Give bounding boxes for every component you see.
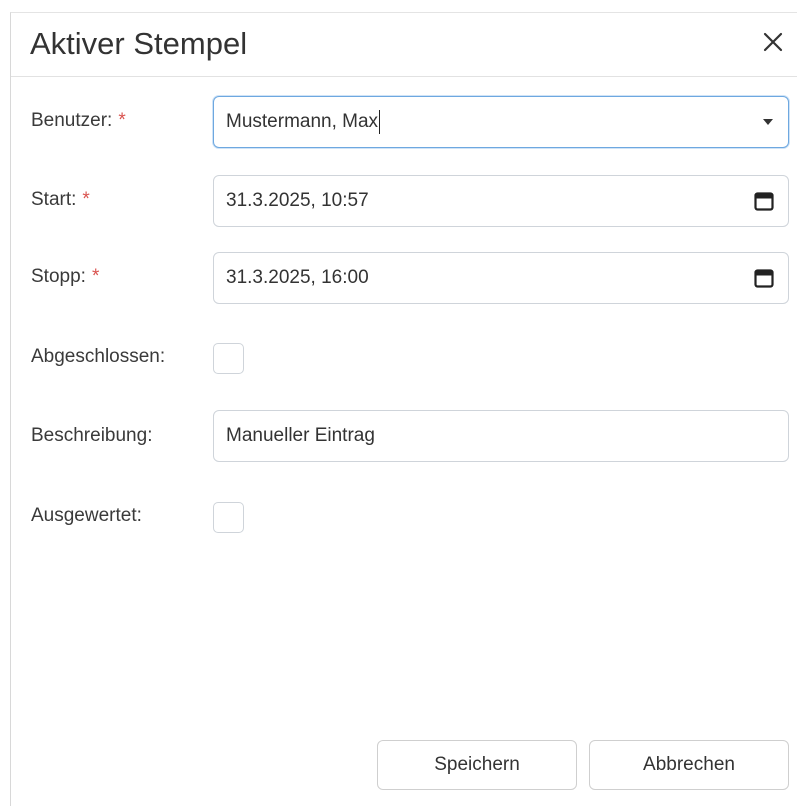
dialog-header: Aktiver Stempel	[11, 13, 797, 77]
description-label: Beschreibung:	[31, 425, 153, 446]
completed-checkbox[interactable]	[213, 343, 244, 374]
stop-datetime-input[interactable]: 31.3.2025, 16:00	[213, 252, 789, 304]
stop-label: Stopp: *	[31, 266, 99, 288]
evaluated-label: Ausgewertet:	[31, 505, 142, 526]
description-value: Manueller Eintrag	[226, 425, 375, 446]
user-required-mark: *	[118, 110, 126, 131]
start-datetime-value: 31.3.2025, 10:57	[226, 190, 369, 211]
start-calendar-icon[interactable]	[754, 191, 774, 211]
user-label-text: Benutzer:	[31, 110, 113, 131]
dialog-title: Aktiver Stempel	[30, 26, 248, 61]
active-stamp-dialog: Aktiver Stempel Benutzer: * Mustermann, M…	[10, 12, 797, 806]
stop-required-mark: *	[91, 266, 100, 287]
caret-down-icon[interactable]	[762, 118, 774, 126]
start-required-mark: *	[82, 189, 90, 210]
completed-label: Abgeschlossen:	[31, 346, 166, 367]
user-label: Benutzer: *	[31, 110, 126, 132]
text-cursor	[379, 110, 381, 134]
close-button[interactable]	[758, 27, 788, 57]
close-icon	[763, 32, 783, 52]
stop-calendar-icon[interactable]	[754, 268, 774, 288]
save-button[interactable]: Speichern	[377, 740, 577, 790]
start-label-text: Start:	[31, 189, 77, 210]
start-label: Start: *	[31, 189, 90, 211]
description-input[interactable]: Manueller Eintrag	[213, 410, 789, 462]
stop-label-text: Stopp:	[31, 266, 86, 287]
cancel-button[interactable]: Abbrechen	[589, 740, 789, 790]
evaluated-checkbox[interactable]	[213, 502, 244, 533]
start-datetime-input[interactable]: 31.3.2025, 10:57	[213, 175, 789, 227]
user-select-value: Mustermann, Max	[226, 111, 379, 132]
user-select[interactable]: Mustermann, Max	[213, 96, 789, 148]
stop-datetime-value: 31.3.2025, 16:00	[226, 267, 369, 288]
